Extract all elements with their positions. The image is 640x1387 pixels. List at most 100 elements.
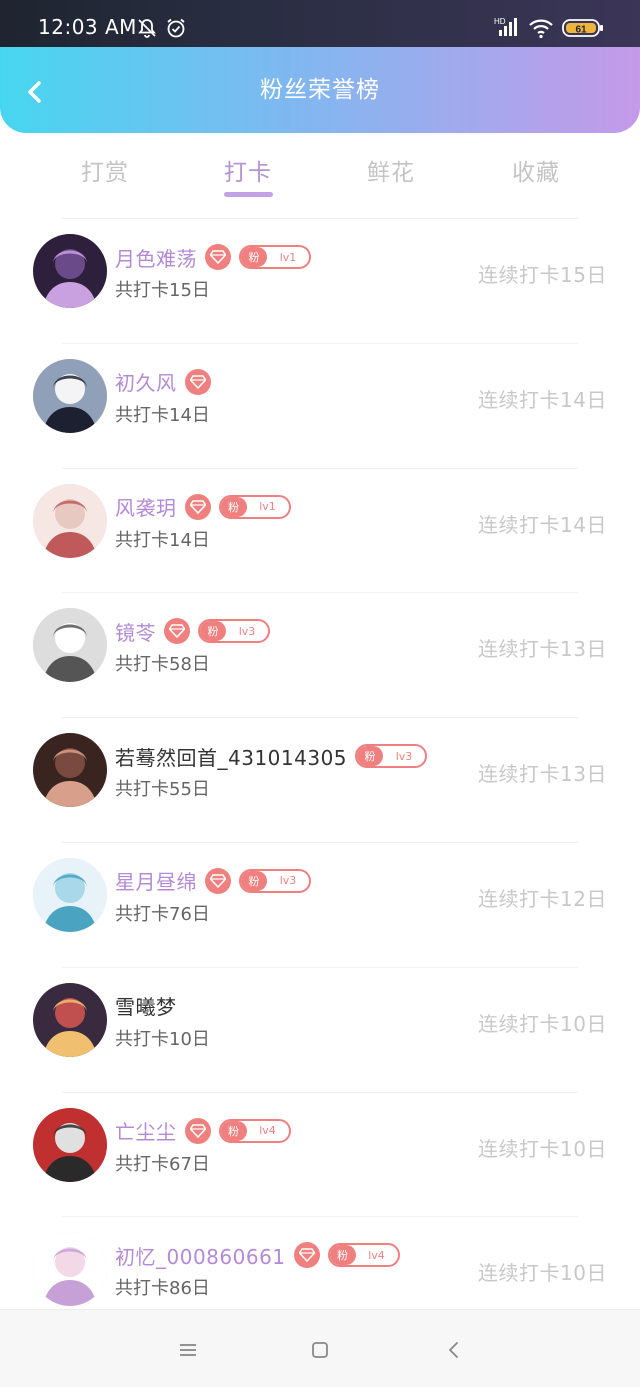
active-tab-indicator	[224, 192, 273, 197]
tab-favorites[interactable]: 收藏	[486, 153, 586, 187]
alarm-icon	[165, 17, 187, 43]
back-icon	[449, 1342, 458, 1358]
nav-back-button[interactable]	[440, 1336, 468, 1364]
row-divider	[62, 342, 578, 344]
menu-icon	[180, 1344, 196, 1356]
fan-level-badge: 粉 lv4	[327, 1243, 400, 1268]
row-divider	[62, 717, 578, 719]
fan-list: 月色难荡粉 lv1 共打卡15日 连续打卡15日 初久风 共打卡14日 连续打卡14日 风袭玥…	[0, 218, 640, 1341]
streak-days: 连续打卡12日	[478, 886, 607, 911]
avatar[interactable]	[33, 733, 107, 808]
avatar[interactable]	[33, 982, 107, 1057]
name-line: 月色难荡 粉 lv1	[115, 243, 311, 272]
battery-level: 61	[575, 25, 587, 36]
battery-icon: 61	[562, 19, 604, 43]
fan-row[interactable]: 风袭玥 粉 lv1 共打卡14日 连续打卡14日	[0, 467, 640, 593]
home-icon	[312, 1342, 328, 1358]
menu-button[interactable]	[174, 1336, 202, 1364]
avatar[interactable]	[33, 1232, 107, 1307]
streak-days: 连续打卡10日	[478, 1136, 607, 1161]
total-checkins: 共打卡14日	[115, 529, 210, 551]
fan-row[interactable]: 镜苓 粉 lv3 共打卡58日 连续打卡13日	[0, 592, 640, 717]
fan-tag: 粉	[200, 621, 226, 642]
name-line: 雪曦梦	[115, 993, 177, 1019]
fan-tag: 粉	[329, 1245, 356, 1266]
total-checkins: 共打卡10日	[115, 1028, 210, 1050]
streak-days: 连续打卡13日	[478, 762, 607, 787]
name-line: 若蓦然回首_431014305 粉 lv3	[115, 742, 428, 771]
tab-checkin[interactable]: 打卡	[198, 153, 298, 187]
streak-days: 连续打卡10日	[478, 1261, 607, 1286]
streak-days: 连续打卡10日	[478, 1011, 607, 1036]
fan-level: lv1	[279, 250, 297, 264]
chevron-left-icon	[28, 81, 41, 103]
diamond-icon	[205, 867, 231, 894]
tab-reward[interactable]: 打赏	[55, 153, 155, 187]
avatar[interactable]	[33, 1107, 107, 1182]
tab-bar: 打赏 打卡 鲜花 收藏	[0, 133, 640, 213]
fan-row[interactable]: 亡尘尘 粉 lv4 共打卡67日 连续打卡10日	[0, 1091, 640, 1217]
diamond-icon	[164, 618, 190, 645]
back-button[interactable]	[20, 77, 50, 107]
app-header: 粉丝荣誉榜	[0, 47, 640, 133]
bell-off-icon	[136, 17, 158, 43]
total-checkins: 共打卡67日	[115, 1153, 210, 1175]
fan-level-badge: 粉 lv1	[218, 494, 291, 519]
fan-name[interactable]: 若蓦然回首_431014305	[115, 742, 347, 771]
fan-level-badge: 粉 lv3	[239, 868, 311, 893]
fan-row[interactable]: 若蓦然回首_431014305 粉 lv3 共打卡55日 连续打卡13日	[0, 717, 640, 842]
row-divider	[62, 592, 578, 594]
avatar[interactable]	[33, 483, 107, 558]
fan-name[interactable]: 亡尘尘	[115, 1116, 177, 1145]
total-checkins: 共打卡55日	[115, 779, 210, 801]
diamond-icon	[184, 1117, 211, 1144]
status-bar: 12:03 AM HD 61	[0, 0, 640, 47]
diamond-icon	[205, 244, 231, 270]
streak-days: 连续打卡15日	[478, 263, 607, 287]
fan-name[interactable]: 风袭玥	[115, 492, 177, 521]
row-divider	[62, 467, 578, 469]
streak-days: 连续打卡14日	[478, 512, 607, 537]
tab-flowers[interactable]: 鲜花	[341, 153, 441, 187]
row-divider	[62, 841, 578, 843]
fan-level: lv3	[395, 749, 413, 763]
fan-level: lv4	[368, 1248, 385, 1262]
fan-level: lv1	[259, 500, 276, 514]
home-button[interactable]	[306, 1336, 334, 1364]
name-line: 初久风	[115, 367, 211, 396]
fan-name[interactable]: 镜苓	[115, 617, 156, 646]
name-line: 镜苓 粉 lv3	[115, 617, 270, 646]
total-checkins: 共打卡15日	[115, 280, 210, 301]
fan-name[interactable]: 星月昼绵	[115, 866, 197, 895]
fan-tag: 粉	[241, 247, 267, 267]
fan-row[interactable]: 初久风 共打卡14日 连续打卡14日	[0, 342, 640, 468]
network-label: HD	[494, 17, 506, 26]
fan-level: lv3	[279, 874, 297, 888]
fan-tag: 粉	[220, 496, 247, 517]
fan-level-badge: 粉 lv1	[239, 245, 311, 269]
fan-row[interactable]: 雪曦梦共打卡10日 连续打卡10日	[0, 966, 640, 1092]
system-nav-bar	[0, 1309, 640, 1387]
avatar[interactable]	[33, 608, 107, 683]
fan-name[interactable]: 雪曦梦	[115, 991, 177, 1020]
row-divider	[62, 966, 578, 968]
fan-row[interactable]: 星月昼绵 粉 lv3 共打卡76日 连续打卡12日	[0, 841, 640, 967]
fan-name[interactable]: 初忆_000860661	[115, 1241, 286, 1270]
avatar[interactable]	[33, 234, 107, 308]
fan-tag: 粉	[220, 1120, 247, 1141]
fan-name[interactable]: 月色难荡	[115, 243, 197, 272]
total-checkins: 共打卡76日	[115, 903, 210, 925]
total-checkins: 共打卡86日	[115, 1278, 210, 1300]
avatar[interactable]	[33, 857, 107, 932]
wifi-icon	[528, 17, 554, 43]
fan-row[interactable]: 月色难荡 粉 lv1 共打卡15日 连续打卡15日	[0, 218, 640, 343]
total-checkins: 共打卡58日	[115, 654, 210, 676]
streak-days: 连续打卡13日	[478, 637, 607, 662]
name-line: 初忆_000860661 粉 lv4	[115, 1241, 400, 1270]
fan-name[interactable]: 初久风	[115, 367, 177, 396]
signal-icon: HD	[494, 16, 520, 42]
name-line: 星月昼绵 粉 lv3	[115, 866, 311, 895]
fan-tag: 粉	[241, 870, 267, 891]
avatar[interactable]	[33, 358, 107, 433]
name-line: 风袭玥 粉 lv1	[115, 492, 291, 521]
